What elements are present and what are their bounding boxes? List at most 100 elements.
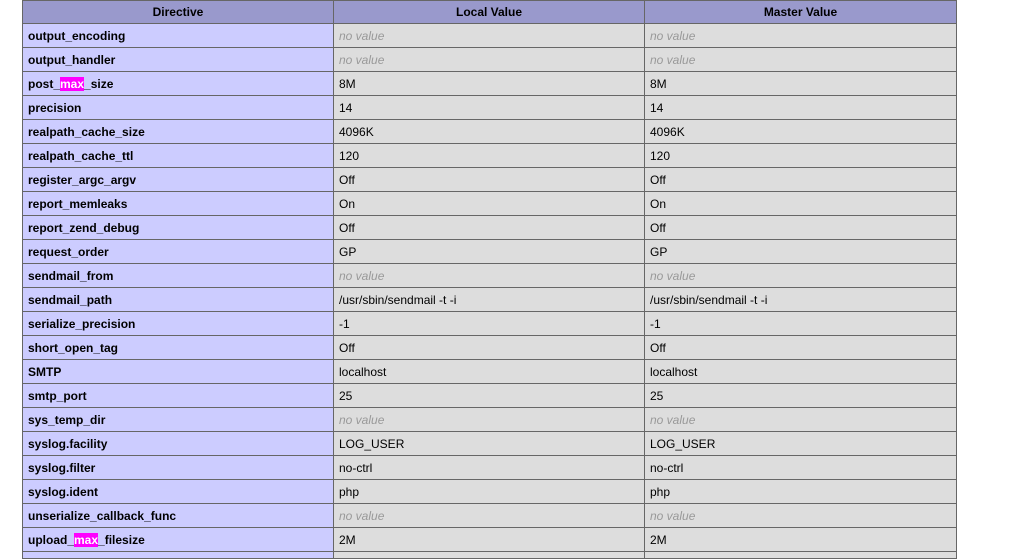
search-highlight: max	[60, 76, 85, 91]
local-value-cell: Off	[333, 215, 645, 240]
table-header-row: Directive Local Value Master Value	[22, 0, 957, 24]
directive-name-part: post_	[28, 76, 61, 91]
no-value-text: no value	[650, 412, 696, 427]
table-row: precision 14 14	[22, 95, 957, 120]
local-value-cell: 2M	[333, 527, 645, 552]
no-value-text: no value	[650, 52, 696, 67]
table-row: realpath_cache_ttl 120 120	[22, 143, 957, 168]
master-value-cell: no value	[644, 263, 957, 288]
no-value-text: no value	[339, 412, 385, 427]
directive-cell: syslog.facility	[22, 431, 334, 456]
master-value-cell: 25	[644, 383, 957, 408]
master-value-cell: On	[644, 191, 957, 216]
table-row-partial	[22, 551, 957, 559]
directive-cell: sendmail_from	[22, 263, 334, 288]
master-value-cell: no value	[644, 407, 957, 432]
directive-cell: report_zend_debug	[22, 215, 334, 240]
no-value-text: no value	[339, 268, 385, 283]
php-config-table-container: Directive Local Value Master Value outpu…	[22, 0, 957, 559]
local-value-cell: no value	[333, 263, 645, 288]
table-row: sendmail_path/usr/sbin/sendmail -t -i/us…	[22, 287, 957, 312]
directive-cell: realpath_cache_size	[22, 119, 334, 144]
directive-cell: upload_max_filesize	[22, 527, 334, 552]
local-value-cell: LOG_USER	[333, 431, 645, 456]
local-value-cell: -1	[333, 311, 645, 336]
master-value-cell: 2M	[644, 527, 957, 552]
table-row: serialize_precision -1 -1	[22, 311, 957, 336]
master-value-cell: LOG_USER	[644, 431, 957, 456]
directive-cell: unserialize_callback_func	[22, 503, 334, 528]
column-header-local-value: Local Value	[333, 0, 645, 24]
local-value-cell: no-ctrl	[333, 455, 645, 480]
local-value-cell: Off	[333, 167, 645, 192]
no-value-text: no value	[650, 28, 696, 43]
table-row: syslog.filter no-ctrl no-ctrl	[22, 455, 957, 480]
no-value-text: no value	[339, 28, 385, 43]
master-value-cell: no-ctrl	[644, 455, 957, 480]
table-row: SMTP localhost localhost	[22, 359, 957, 384]
master-value-cell: php	[644, 479, 957, 504]
partial-cell	[333, 551, 645, 559]
master-value-cell: no value	[644, 47, 957, 72]
column-header-master-value: Master Value	[644, 0, 957, 24]
local-value-cell: 14	[333, 95, 645, 120]
no-value-text: no value	[339, 508, 385, 523]
directive-cell: smtp_port	[22, 383, 334, 408]
directive-cell: output_encoding	[22, 23, 334, 48]
local-value-cell: no value	[333, 407, 645, 432]
directive-cell: serialize_precision	[22, 311, 334, 336]
directive-name-part: _filesize	[98, 532, 145, 547]
table-row: report_memleaks On On	[22, 191, 957, 216]
local-value-cell: no value	[333, 23, 645, 48]
local-value-cell: On	[333, 191, 645, 216]
partial-cell	[644, 551, 957, 559]
no-value-text: no value	[650, 268, 696, 283]
local-value-cell: Off	[333, 335, 645, 360]
directive-cell: syslog.ident	[22, 479, 334, 504]
partial-cell	[22, 551, 334, 559]
table-row: register_argc_argv Off Off	[22, 167, 957, 192]
master-value-cell: 120	[644, 143, 957, 168]
directive-cell: post_max_size	[22, 71, 334, 96]
table-row: output_handler no value no value	[22, 47, 957, 72]
table-row: sendmail_from no value no value	[22, 263, 957, 288]
directive-cell: request_order	[22, 239, 334, 264]
directive-cell: report_memleaks	[22, 191, 334, 216]
directive-cell: output_handler	[22, 47, 334, 72]
no-value-text: no value	[650, 508, 696, 523]
master-value-cell: no value	[644, 503, 957, 528]
directive-cell: realpath_cache_ttl	[22, 143, 334, 168]
no-value-text: no value	[339, 52, 385, 67]
table-row: unserialize_callback_func no value no valu…	[22, 503, 957, 528]
master-value-cell: no value	[644, 23, 957, 48]
table-row: syslog.ident php php	[22, 479, 957, 504]
master-value-cell: 8M	[644, 71, 957, 96]
directive-name-part: _size	[84, 76, 114, 91]
table-row: request_order GP GP	[22, 239, 957, 264]
master-value-cell: -1	[644, 311, 957, 336]
master-value-cell: /usr/sbin/sendmail -t -i	[644, 287, 957, 312]
local-value-cell: 8M	[333, 71, 645, 96]
table-row: smtp_port 25 25	[22, 383, 957, 408]
table-body: output_encoding no value no value output_ha…	[22, 23, 957, 559]
table-row: realpath_cache_size 4096K 4096K	[22, 119, 957, 144]
local-value-cell: no value	[333, 503, 645, 528]
table-row: upload_max_filesize 2M 2M	[22, 527, 957, 552]
table-row: output_encoding no value no value	[22, 23, 957, 48]
local-value-cell: /usr/sbin/sendmail -t -i	[333, 287, 645, 312]
local-value-cell: localhost	[333, 359, 645, 384]
table-row: sys_temp_dir no value no value	[22, 407, 957, 432]
local-value-cell: php	[333, 479, 645, 504]
directive-name-part: upload_	[28, 532, 75, 547]
table-row: report_zend_debug Off Off	[22, 215, 957, 240]
directive-cell: short_open_tag	[22, 335, 334, 360]
local-value-cell: no value	[333, 47, 645, 72]
local-value-cell: 25	[333, 383, 645, 408]
search-highlight: max	[74, 532, 99, 547]
master-value-cell: 14	[644, 95, 957, 120]
master-value-cell: 4096K	[644, 119, 957, 144]
column-header-directive: Directive	[22, 0, 334, 24]
table-row: syslog.facility LOG_USER LOG_USER	[22, 431, 957, 456]
table-row: short_open_tag Off Off	[22, 335, 957, 360]
master-value-cell: Off	[644, 335, 957, 360]
